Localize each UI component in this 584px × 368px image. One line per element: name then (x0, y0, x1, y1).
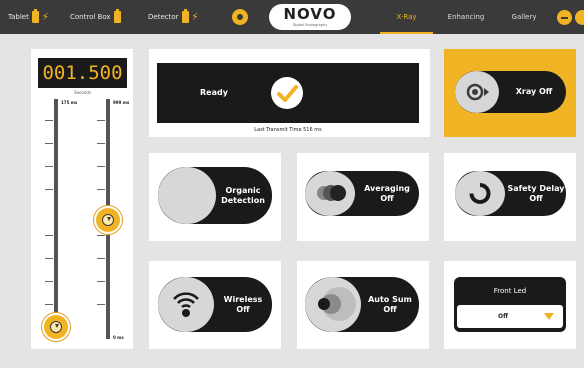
battery-icon (113, 9, 121, 23)
controlbox-label: Control Box (70, 13, 111, 21)
tablet-label: Tablet (8, 13, 29, 21)
left-slider-knob[interactable] (42, 313, 70, 341)
front-led-title: Front Led (493, 287, 527, 295)
averaging-toggle[interactable]: Averaging Off (305, 171, 419, 216)
last-transmit-time: Last Transmit Time 516 ms (254, 127, 322, 133)
check-icon (271, 77, 303, 109)
right-slider-knob[interactable] (94, 206, 122, 234)
organic-icon (158, 167, 216, 224)
xray-icon (455, 71, 499, 113)
wifi-icon (158, 277, 214, 332)
autosum-toggle[interactable]: Auto Sum Off (305, 277, 419, 332)
left-slider-track[interactable] (54, 99, 58, 339)
tab-enhancing[interactable]: Enhancing (440, 0, 492, 34)
top-bar: Tablet ⚡ Control Box Detector ⚡ NOVO Dig… (0, 0, 584, 34)
wireless-toggle[interactable]: Wireless Off (158, 277, 272, 332)
settings-ring-icon[interactable] (232, 9, 248, 25)
averaging-label: Averaging Off (364, 183, 410, 203)
front-led-value: Off (498, 313, 508, 320)
ready-label: Ready (200, 88, 228, 97)
left-top-label: 175 ms (61, 100, 78, 105)
autosum-label: Auto Sum Off (368, 294, 412, 314)
logo-subtitle: Digital Radiography (292, 23, 328, 27)
safety-label: Safety Delay Off (507, 183, 565, 203)
tablet-status: Tablet ⚡ (8, 0, 49, 34)
readout-unit: Seconds (74, 90, 91, 95)
chevron-down-icon (544, 313, 554, 320)
logo-name: NOVO (283, 5, 337, 23)
wireless-label: Wireless Off (223, 294, 263, 314)
safety-delay-icon (455, 171, 505, 216)
exposure-readout: 001.500 (38, 58, 127, 88)
organic-label: Organic Detection (221, 185, 265, 205)
safety-toggle[interactable]: Safety Delay Off (455, 171, 566, 216)
controlbox-status: Control Box (70, 0, 121, 34)
autosum-icon (305, 277, 361, 332)
averaging-icon (305, 171, 355, 216)
novo-logo: NOVO Digital Radiography (269, 4, 351, 30)
tab-gallery[interactable]: Gallery (502, 0, 546, 34)
plug-icon: ⚡ (191, 11, 199, 23)
right-top-label: 999 ms (113, 100, 130, 105)
xray-toggle[interactable]: Xray Off (455, 71, 566, 113)
detector-label: Detector (148, 13, 179, 21)
front-led-select[interactable]: Off (457, 305, 563, 328)
close-icon[interactable] (575, 10, 584, 25)
organic-toggle[interactable]: Organic Detection (158, 167, 272, 224)
detector-status: Detector ⚡ (148, 0, 199, 34)
battery-icon (31, 9, 39, 23)
right-bottom-label: 0 ms (113, 335, 124, 340)
plug-icon: ⚡ (41, 11, 49, 23)
xray-label: Xray Off (515, 87, 553, 96)
tab-xray[interactable]: X-Ray (380, 0, 433, 34)
minimize-icon[interactable] (557, 10, 572, 25)
battery-icon (181, 9, 189, 23)
